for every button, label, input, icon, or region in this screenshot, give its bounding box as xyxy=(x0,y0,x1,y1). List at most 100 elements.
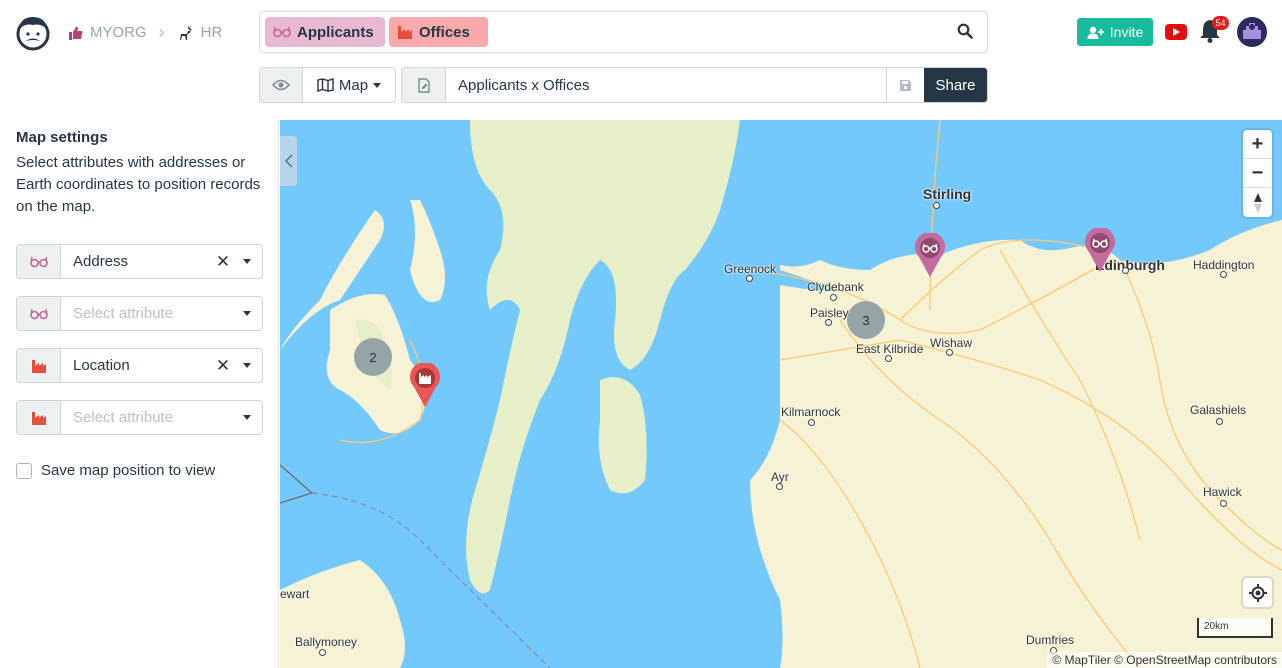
place-dot xyxy=(808,419,815,426)
marker-cluster[interactable]: 2 xyxy=(354,338,392,376)
attribute-value: Address xyxy=(73,253,129,270)
org-link[interactable]: MYORG xyxy=(90,24,147,41)
caret-down-icon[interactable] xyxy=(232,349,262,382)
place-dot xyxy=(933,202,940,209)
clear-icon[interactable]: ✕ xyxy=(214,349,232,382)
place-dot xyxy=(1216,418,1223,425)
place-label: Dumfries xyxy=(1026,633,1075,647)
view-name-input[interactable] xyxy=(446,68,886,102)
map-icon xyxy=(317,78,334,92)
workspace-link[interactable]: HR xyxy=(201,24,223,41)
place-dot xyxy=(885,355,892,362)
attribute-table-icon xyxy=(17,297,61,330)
thumbs-up-icon xyxy=(69,26,83,40)
geolocate-button[interactable] xyxy=(1243,578,1272,607)
map-canvas[interactable]: Stirling Edinburgh Haddington Greenock C… xyxy=(280,120,1282,668)
place-label: Galashiels xyxy=(1190,403,1247,417)
applicant-marker[interactable] xyxy=(1084,228,1116,272)
place-dot xyxy=(1220,500,1227,507)
table-search-box[interactable]: Applicants Offices xyxy=(259,11,988,53)
attribute-table-icon xyxy=(17,245,61,278)
zoom-out-button[interactable]: − xyxy=(1243,159,1272,188)
glasses-icon xyxy=(273,26,291,38)
chevron-right-icon: › xyxy=(158,22,165,42)
scale-bar: 20km xyxy=(1197,618,1273,638)
land-arran xyxy=(598,377,647,494)
table-chip-offices[interactable]: Offices xyxy=(389,17,488,47)
attribute-select-offices-2[interactable]: Select attribute xyxy=(16,400,263,435)
land-northern-ireland xyxy=(280,560,405,668)
checkbox-label: Save map position to view xyxy=(41,462,216,479)
place-label: Paisley xyxy=(810,306,849,320)
view-visibility-button[interactable] xyxy=(260,68,303,102)
industry-icon xyxy=(31,411,46,425)
maritime-border xyxy=(280,464,314,504)
eye-icon xyxy=(272,79,290,91)
compass-icon xyxy=(1253,192,1262,213)
place-label: Haddington xyxy=(1193,258,1255,272)
invite-label: Invite xyxy=(1109,24,1144,40)
place-dot xyxy=(776,483,783,490)
office-marker[interactable] xyxy=(409,363,441,407)
checkbox[interactable] xyxy=(16,462,32,479)
save-map-position-checkbox[interactable]: Save map position to view xyxy=(16,462,215,479)
place-dot xyxy=(830,294,837,301)
place-label: ewart xyxy=(280,587,310,601)
invite-button[interactable]: Invite xyxy=(1077,18,1153,46)
map-attribution[interactable]: © MapTiler © OpenStreetMap contributors xyxy=(1047,652,1282,668)
compass-button[interactable] xyxy=(1243,188,1272,217)
attribute-placeholder: Select attribute xyxy=(73,409,174,426)
applicant-marker[interactable] xyxy=(914,233,946,277)
place-label: Stirling xyxy=(923,186,972,202)
deer-icon xyxy=(179,24,192,40)
industry-icon xyxy=(398,26,412,39)
attribute-table-icon xyxy=(17,401,61,434)
map-navigation-control: + − xyxy=(1243,130,1272,217)
user-logo-icon[interactable] xyxy=(14,13,52,51)
save-icon xyxy=(900,79,911,91)
place-label: Ayr xyxy=(771,470,789,484)
sidebar-description: Select attributes with addresses or Eart… xyxy=(16,154,261,215)
place-label: Clydebank xyxy=(807,280,864,294)
view-type-dropdown[interactable]: Map xyxy=(303,68,395,102)
caret-down-icon[interactable] xyxy=(232,401,262,434)
youtube-icon[interactable] xyxy=(1165,24,1187,40)
view-name-icon-box xyxy=(402,68,446,102)
save-view-button[interactable] xyxy=(886,68,924,102)
place-label: Ballymoney xyxy=(295,635,358,649)
search-icon[interactable] xyxy=(957,23,973,39)
clear-icon[interactable]: ✕ xyxy=(214,245,232,278)
map-settings-sidebar: Map settings Select attributes with addr… xyxy=(0,120,279,668)
caret-down-icon[interactable] xyxy=(232,297,262,330)
zoom-in-button[interactable]: + xyxy=(1243,130,1272,159)
top-bar: MYORG › HR Applicants Offices Map Applic… xyxy=(0,0,1282,120)
user-plus-icon xyxy=(1087,26,1104,39)
place-label: East Kilbride xyxy=(856,342,924,356)
sidebar-title: Map settings xyxy=(16,129,108,146)
attribute-select-applicants-1[interactable]: Address ✕ xyxy=(16,244,263,279)
attribute-select-applicants-2[interactable]: Select attribute xyxy=(16,296,263,331)
caret-down-icon xyxy=(373,82,382,88)
crosshair-icon xyxy=(1248,583,1267,602)
glasses-icon xyxy=(29,256,48,267)
attribute-select-offices-1[interactable]: Location ✕ xyxy=(16,348,263,383)
attribute-value: Location xyxy=(73,357,130,374)
place-label: Kilmarnock xyxy=(781,405,841,419)
attribute-placeholder: Select attribute xyxy=(73,305,174,322)
place-dot xyxy=(946,349,953,356)
view-type-group: Map xyxy=(259,67,396,103)
caret-down-icon[interactable] xyxy=(232,245,262,278)
collapse-sidebar-button[interactable] xyxy=(280,136,297,186)
place-dot xyxy=(1122,267,1129,274)
land-argyll xyxy=(466,120,740,594)
marker-cluster[interactable]: 3 xyxy=(847,301,885,339)
table-chip-applicants[interactable]: Applicants xyxy=(265,17,385,47)
land-jura xyxy=(410,200,445,302)
user-avatar[interactable] xyxy=(1237,17,1267,47)
share-button[interactable]: Share xyxy=(924,68,987,102)
glasses-icon xyxy=(29,308,48,319)
industry-icon xyxy=(31,359,46,373)
place-label: Hawick xyxy=(1203,485,1242,499)
attribute-table-icon xyxy=(17,349,61,382)
view-name-group: Share xyxy=(401,67,988,103)
